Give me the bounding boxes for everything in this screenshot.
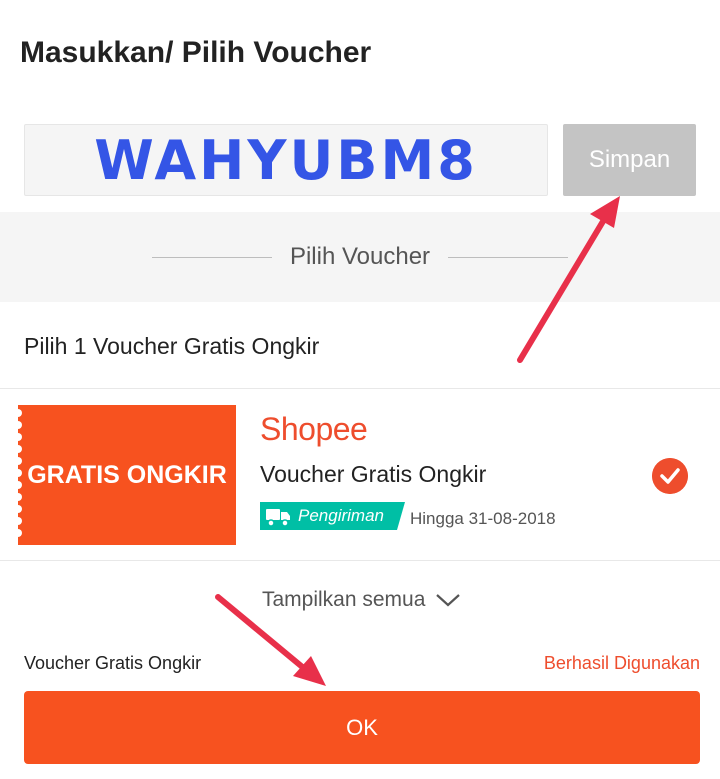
- voucher-name: Voucher Gratis Ongkir: [260, 461, 487, 487]
- chevron-down-icon: [436, 594, 461, 607]
- shipping-tag-label: Pengiriman: [298, 506, 384, 525]
- voucher-code-input[interactable]: WAHYUBM8: [24, 124, 548, 196]
- divider-line-right: [448, 256, 569, 258]
- brand-name: Shopee: [260, 411, 368, 447]
- ticket-notches: [14, 405, 24, 545]
- divider: [0, 560, 720, 561]
- voucher-badge-text: GRATIS ONGKIR: [27, 460, 227, 489]
- save-button[interactable]: Simpan: [563, 124, 696, 196]
- voucher-code-value: WAHYUBM8: [94, 128, 478, 192]
- group-title: Pilih 1 Voucher Gratis Ongkir: [24, 333, 320, 359]
- valid-until: Hingga 31-08-2018: [410, 509, 556, 528]
- ok-button[interactable]: OK: [24, 691, 700, 764]
- divider: [0, 388, 720, 389]
- section-label: Pilih Voucher: [289, 243, 431, 270]
- check-circle-icon[interactable]: [652, 458, 688, 494]
- page-title: Masukkan/ Pilih Voucher: [20, 36, 372, 69]
- section-header: Pilih Voucher: [0, 212, 720, 302]
- show-all-label: Tampilkan semua: [262, 588, 426, 611]
- footer-label: Voucher Gratis Ongkir: [24, 653, 202, 673]
- show-all-button[interactable]: Tampilkan semua: [262, 588, 461, 612]
- divider-line-left: [151, 256, 272, 258]
- status-text: Berhasil Digunakan: [543, 653, 700, 673]
- voucher-badge[interactable]: GRATIS ONGKIR: [18, 405, 236, 545]
